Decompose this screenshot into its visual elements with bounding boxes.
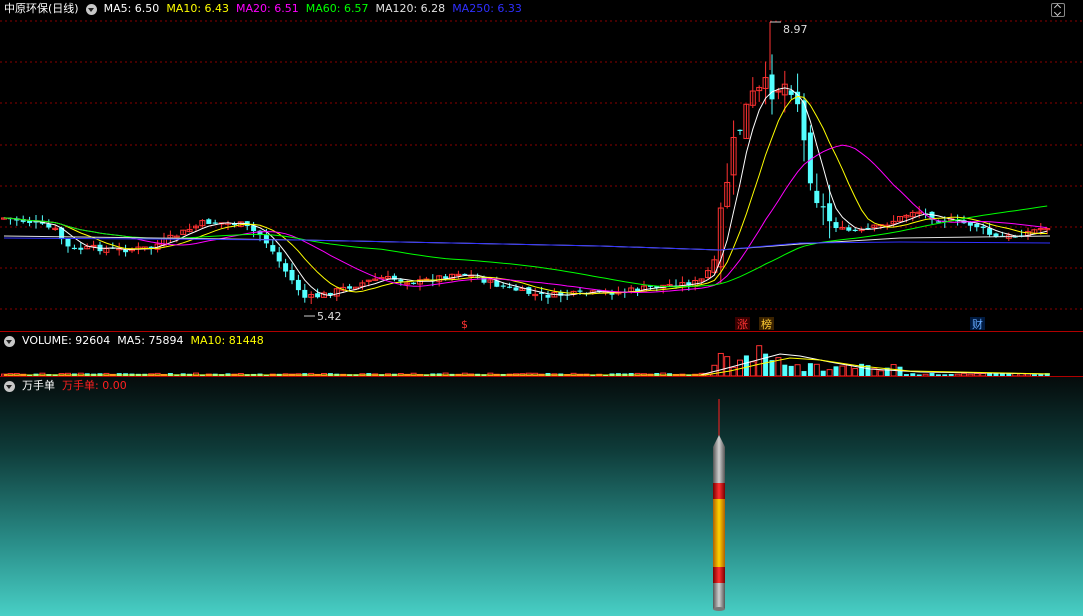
candle-body-down: [577, 290, 583, 292]
candle-body-down: [289, 269, 295, 281]
candle-body-down: [78, 247, 84, 250]
volume-bar-down: [833, 366, 839, 376]
volume-bar-up: [730, 366, 737, 377]
candle-body-down: [65, 238, 71, 247]
candle-body-down: [526, 287, 532, 294]
volume-bar-up: [839, 365, 846, 377]
candle-body-down: [302, 289, 308, 298]
marker-zhang: 涨: [737, 318, 748, 331]
candle-body-down: [411, 282, 417, 284]
candle-body-down: [820, 206, 826, 208]
volume-bar-down: [782, 364, 788, 376]
candle-body-down: [827, 203, 833, 222]
volume-bar-up: [813, 363, 820, 377]
candle-body-down: [545, 294, 551, 298]
candle-body-down: [987, 228, 993, 235]
volume-bar-down: [788, 365, 794, 376]
volume-ma10: MA10: 81448: [190, 334, 264, 347]
candle-body-down: [398, 279, 404, 282]
volume-ma5: MA5: 75894: [117, 334, 184, 347]
candle-body-down: [347, 286, 353, 289]
volume-bar-up: [845, 364, 852, 377]
candle-body-down: [769, 74, 775, 100]
volume-bar-up: [852, 368, 859, 377]
ma5-line: [3, 87, 1048, 297]
volume-bar-down: [769, 360, 775, 376]
candle-body-down: [980, 226, 986, 229]
candle-body-down: [507, 286, 513, 288]
ma20-line: [3, 144, 1048, 294]
candle-body-down: [737, 129, 743, 131]
candle-body-down: [206, 219, 212, 224]
candle-body-down: [443, 276, 449, 279]
volume-ma10-line: [4, 357, 1051, 376]
volume-bar-up: [724, 356, 731, 377]
candle-body-down: [500, 285, 506, 287]
candle-body-down: [123, 249, 129, 253]
candle-body-down: [270, 245, 276, 252]
candle-body-down: [801, 100, 807, 141]
marker-bang: 榜: [761, 317, 772, 331]
volume-bar-up: [794, 364, 801, 377]
candle-body-down: [935, 221, 941, 223]
wanshou-pane[interactable]: 万手单 万手单: 0.00: [0, 376, 1083, 616]
candle-body-down: [814, 190, 820, 204]
candle-body-down: [276, 252, 282, 262]
volume-pane[interactable]: VOLUME: 92604 MA5: 75894 MA10: 81448: [0, 331, 1083, 377]
candle-body-down: [852, 229, 858, 231]
wanshou-column: [713, 399, 725, 611]
candle-body-down: [513, 287, 519, 291]
candle-body-down: [846, 227, 852, 231]
ma10-line: [3, 95, 1048, 295]
candle-body-down: [833, 222, 839, 229]
candle-body-down: [315, 293, 321, 298]
price-chart-pane[interactable]: 中原环保 (日线) MA5: 6.50 MA10: 6.43 MA20: 6.51…: [0, 0, 1083, 331]
candle-body-down: [71, 247, 77, 250]
candle-body-down: [283, 263, 289, 272]
candle-body-down: [295, 279, 301, 291]
volume-header: VOLUME: 92604 MA5: 75894 MA10: 81448: [0, 332, 264, 350]
volume-bar-down: [743, 355, 749, 376]
high-price-label: 8.97: [783, 23, 808, 36]
marker-dollar: $: [461, 318, 468, 331]
volume-menu-icon[interactable]: [4, 335, 15, 347]
candle-body-down: [974, 223, 980, 228]
volume-bar-down: [807, 363, 813, 376]
candle-body-down: [481, 277, 487, 283]
volume-bar-up: [749, 361, 756, 377]
candle-body-down: [212, 222, 218, 224]
low-price-label: 5.42: [317, 310, 342, 323]
marker-cai: 财: [972, 317, 983, 331]
candlestick-chart[interactable]: 8.97 5.42 $ 涨 榜 财: [0, 0, 1083, 331]
candle-body-down: [993, 233, 999, 237]
volume-title: VOLUME: 92604: [22, 334, 111, 347]
volume-bar-up: [756, 345, 763, 377]
